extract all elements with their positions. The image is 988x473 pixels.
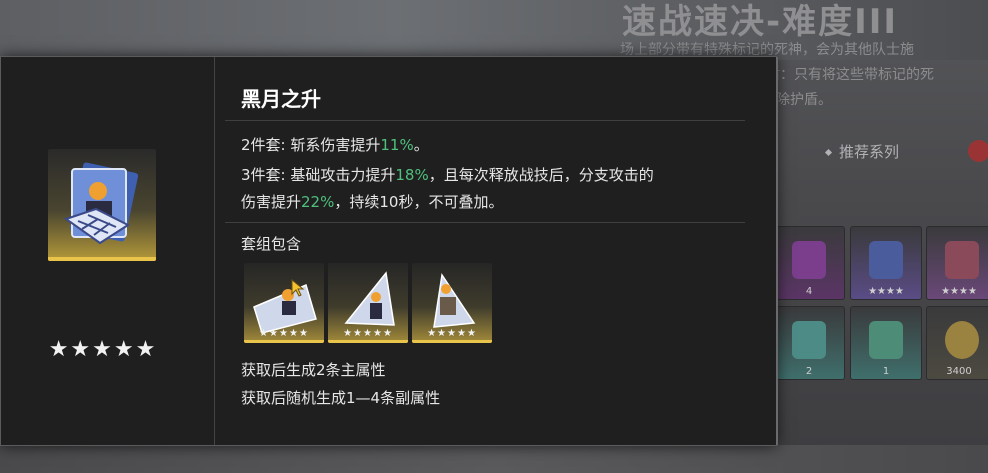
potion-icon <box>792 321 826 359</box>
diamond-icon <box>824 148 833 157</box>
set-bonus-3-line2-value: 22% <box>301 193 335 211</box>
card-count: 3400 <box>946 366 972 377</box>
set-piece-slot[interactable]: ★★★★★ <box>328 263 408 343</box>
set-piece-slot[interactable]: ★★★★★ <box>244 263 324 343</box>
potion-icon <box>869 321 903 359</box>
set-title: 黑月之升 <box>241 87 321 111</box>
equipment-set-popup: ★★★★★ 黑月之升 2件套: 斩系伤害提升11%。 3件套: 基础攻击力提升1… <box>0 56 778 446</box>
set-bonus-2-text: 2件套: 斩系伤害提升 <box>241 136 381 154</box>
rarity-stars: ★★★★★ <box>48 337 158 362</box>
red-badge-icon[interactable] <box>968 140 988 162</box>
set-bonus-2-suffix: 。 <box>413 136 429 154</box>
background-item-card[interactable]: 2 <box>773 306 845 380</box>
card-stack-icon <box>63 162 139 245</box>
background-item-card[interactable]: ★★★★ <box>926 226 988 300</box>
rarity-bar <box>328 340 408 343</box>
card-stars: ★★★★ <box>868 286 904 297</box>
background-bottom-strip <box>0 445 988 473</box>
background-item-card[interactable]: ★★★★ <box>850 226 922 300</box>
recommend-series-tab[interactable]: 推荐系列 <box>824 141 900 162</box>
gear-card-icon <box>945 241 979 279</box>
cursor-icon <box>291 279 305 297</box>
set-bonus-3-line2: 伤害提升22%，持续10秒，不可叠加。 <box>241 191 503 212</box>
card-count: 4 <box>805 286 813 297</box>
item-preview-pane: ★★★★★ <box>1 57 215 445</box>
main-attribute-info: 获取后生成2条主属性 <box>241 361 386 379</box>
piece-stars: ★★★★★ <box>259 328 309 339</box>
divider <box>225 222 745 223</box>
sub-attribute-info: 获取后随机生成1—4条副属性 <box>241 389 441 407</box>
set-bonus-3-text: 3件套: 基础攻击力提升 <box>241 166 396 184</box>
rarity-bar <box>48 257 156 261</box>
coin-icon <box>945 321 979 359</box>
set-contents-label: 套组包含 <box>241 235 302 253</box>
background-item-card[interactable]: 3400 <box>926 306 988 380</box>
background-item-card[interactable]: 1 <box>850 306 922 380</box>
divider <box>225 120 745 121</box>
piece-stars: ★★★★★ <box>427 328 477 339</box>
stage-title: 速战速决-难度III <box>622 2 899 42</box>
card-stars: ★★★★ <box>941 286 977 297</box>
rarity-bar <box>412 340 492 343</box>
potion-icon <box>792 241 826 279</box>
card-count: 1 <box>882 366 890 377</box>
set-bonus-3-value: 18% <box>395 166 429 184</box>
background-item-card[interactable]: 4 <box>773 226 845 300</box>
set-bonus-3-suffix: ，且每次释放战技后，分支攻击的 <box>428 166 654 184</box>
piece-stars: ★★★★★ <box>343 328 393 339</box>
recommend-series-label: 推荐系列 <box>839 143 900 161</box>
set-bonus-3-line2-text: 伤害提升 <box>241 193 302 211</box>
rarity-bar <box>244 340 324 343</box>
set-bonus-3-line2-suffix: ，持续10秒，不可叠加。 <box>334 193 504 211</box>
card-count: 2 <box>805 366 813 377</box>
equipment-set-icon <box>48 149 156 261</box>
gear-card-icon <box>869 241 903 279</box>
set-bonus-3: 3件套: 基础攻击力提升18%，且每次释放战技后，分支攻击的 <box>241 164 654 185</box>
set-piece-slot[interactable]: ★★★★★ <box>412 263 492 343</box>
set-bonus-2: 2件套: 斩系伤害提升11%。 <box>241 134 429 155</box>
set-bonus-2-value: 11% <box>380 136 414 154</box>
